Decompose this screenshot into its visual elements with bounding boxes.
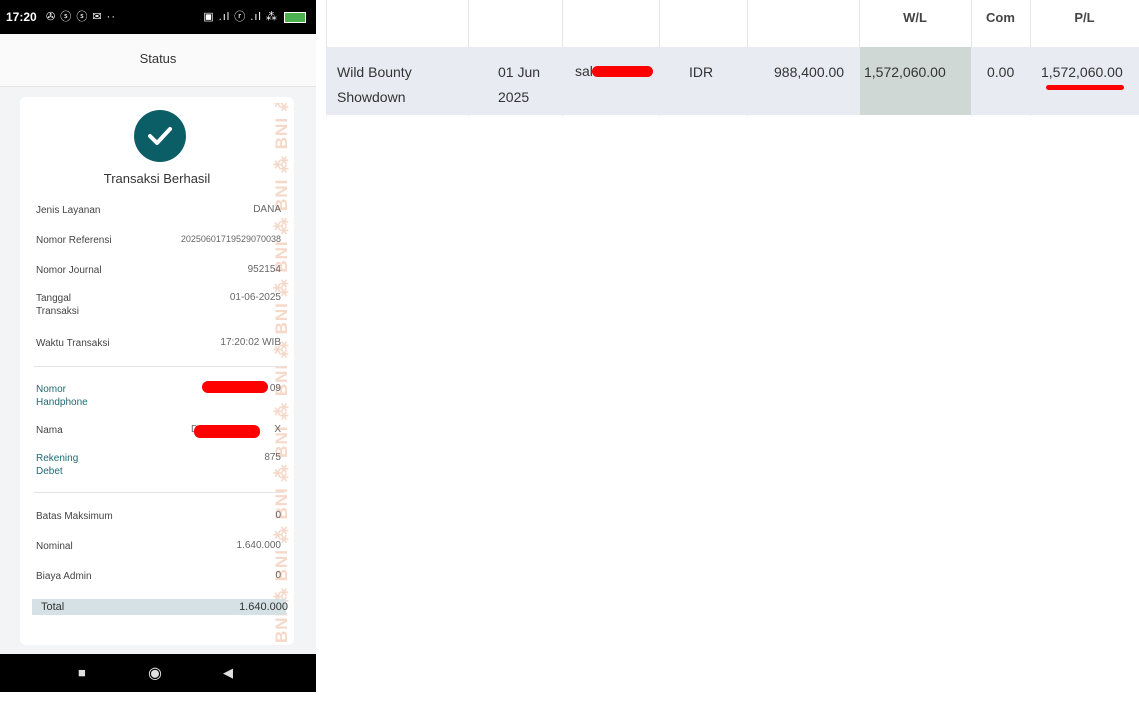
detail-label: Nomor Journal <box>36 265 102 276</box>
cell-game: Wild Bounty Showdown <box>337 64 412 105</box>
redaction-mark <box>592 66 653 77</box>
cell-com: 0.00 <box>987 64 1015 80</box>
cell-wl: 1,572,060.00 <box>864 64 946 80</box>
header-com[interactable]: Com <box>971 0 1030 46</box>
signal-wifi-icon: ▣ .ıl ⓡ .ıl ⁂ <box>203 11 278 23</box>
detail-label: Biaya Admin <box>36 571 92 582</box>
cell-bet: 988,400.00 <box>774 64 845 80</box>
page-title: Status <box>139 51 177 66</box>
detail-value: 875 <box>264 452 281 463</box>
detail-value: 952154 <box>247 264 281 275</box>
home-button-icon[interactable]: ◉ <box>148 663 162 683</box>
recents-button-icon[interactable]: ■ <box>78 665 86 680</box>
notification-icons: ✇ ⓢ ⓢ ✉ ·· <box>46 11 116 23</box>
detail-label: Nominal <box>36 541 73 552</box>
detail-label: Jenis Layanan <box>36 205 101 216</box>
redaction-mark <box>194 425 260 438</box>
mobile-banking-screen: 17:20 ✇ ⓢ ⓢ ✉ ·· ▣ .ıl ⓡ .ıl ⁂ Status BN… <box>0 0 316 692</box>
header-pl-label: P/L <box>1074 10 1095 25</box>
detail-value: 0 <box>275 510 281 521</box>
success-check-icon <box>134 110 186 162</box>
table-row[interactable]: Wild Bounty Showdown 01 Jun 2025 sal IDR… <box>326 47 1139 115</box>
detail-value: DANA <box>253 204 281 215</box>
header-pl[interactable]: P/L <box>1030 0 1139 46</box>
cell-user: sal <box>575 63 593 79</box>
detail-value: 20250601719529070038 <box>180 234 281 244</box>
signal-icons: ▣ .ıl ⓡ .ıl ⁂ <box>203 0 306 34</box>
bet-history-table: W/L Com P/L Wild Bounty Showdown 01 Jun … <box>316 0 1139 116</box>
detail-label: Batas Maksimum <box>36 511 113 522</box>
detail-value: 01-06-2025 <box>229 292 281 303</box>
transaction-receipt: BNI ⁂ BNI ⁂ BNI ⁂ BNI ⁂ BNI ⁂ BNI ⁂ BNI … <box>20 97 294 645</box>
divider <box>34 366 284 367</box>
detail-label: Nomor Referensi <box>36 235 112 246</box>
detail-value: 1.640.000 <box>236 540 282 551</box>
total-value: 1.640.000 <box>239 601 288 613</box>
header-wl-label: W/L <box>903 10 927 25</box>
cell-pl: 1,572,060.00 <box>1041 64 1123 80</box>
redaction-mark <box>202 381 268 393</box>
cell-currency: IDR <box>689 64 714 80</box>
app-header: Status <box>0 34 316 87</box>
header-com-label: Com <box>986 10 1015 25</box>
detail-value: 09 <box>269 383 281 394</box>
cell-date: 01 Jun 2025 <box>498 64 541 105</box>
status-time: 17:20 <box>6 10 37 24</box>
underline-mark <box>1046 85 1124 90</box>
battery-icon <box>284 11 306 23</box>
detail-value: X <box>274 424 281 435</box>
detail-label: Waktu Transaksi <box>36 338 110 349</box>
success-title: Transaksi Berhasil <box>103 171 211 186</box>
detail-value: 17:20:02 WIB <box>220 337 281 348</box>
detail-label: Nama <box>36 425 63 436</box>
detail-label: Tanggal Transaksi <box>36 293 79 317</box>
header-wl[interactable]: W/L <box>859 0 971 46</box>
detail-label: Nomor Handphone <box>36 384 88 408</box>
divider <box>34 492 284 493</box>
status-bar: 17:20 ✇ ⓢ ⓢ ✉ ·· ▣ .ıl ⓡ .ıl ⁂ <box>0 0 316 34</box>
detail-value: 0 <box>275 570 281 581</box>
android-nav-bar: ■ ◉ ◀ <box>0 654 316 692</box>
detail-label: Rekening Debet <box>36 453 79 477</box>
total-row: Total 1.640.000 <box>32 599 288 615</box>
back-button-icon[interactable]: ◀ <box>223 665 233 681</box>
total-label: Total <box>41 601 65 613</box>
